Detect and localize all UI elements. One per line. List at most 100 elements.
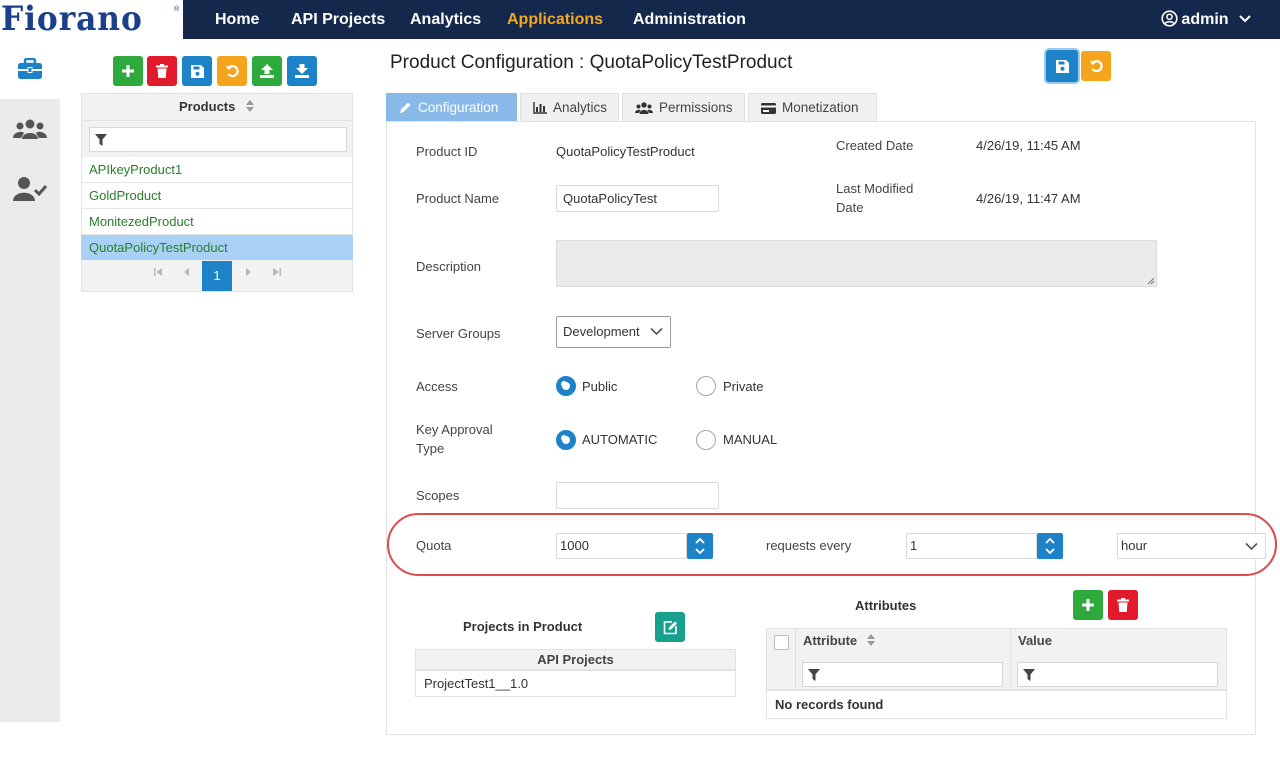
quota-input[interactable]: 1000 xyxy=(556,533,687,559)
rail-user-approvals[interactable] xyxy=(0,159,60,219)
scopes-label: Scopes xyxy=(416,488,460,503)
server-groups-value: Development xyxy=(563,324,640,339)
attributes-section-title: Attributes xyxy=(855,598,917,613)
access-label: Access xyxy=(416,379,458,394)
import-product-button[interactable] xyxy=(252,56,282,86)
pencil-icon xyxy=(400,102,411,113)
nav-applications[interactable]: Applications xyxy=(507,0,603,39)
tab-configuration[interactable]: Configuration xyxy=(386,93,517,122)
rail-groups[interactable] xyxy=(0,99,60,159)
product-list-item[interactable]: GoldProduct xyxy=(81,183,353,209)
select-all-checkbox[interactable] xyxy=(774,635,789,650)
product-id-label: Product ID xyxy=(416,144,478,159)
value-filter-input[interactable] xyxy=(1017,662,1218,687)
delete-attribute-button[interactable] xyxy=(1108,590,1138,620)
products-header-label: Products xyxy=(179,99,236,114)
value-column-header[interactable]: Value xyxy=(1018,633,1052,648)
product-list-item[interactable]: MonitezedProduct xyxy=(81,209,353,235)
download-icon xyxy=(295,64,309,78)
interval-unit-value: hour xyxy=(1121,538,1148,553)
add-product-button[interactable] xyxy=(113,56,143,86)
scopes-input[interactable] xyxy=(556,482,719,509)
key-approval-manual-label: MANUAL xyxy=(723,432,778,447)
attribute-filter-input[interactable] xyxy=(802,662,1003,687)
page-title: Product Configuration : QuotaPolicyTestP… xyxy=(390,52,793,73)
undo-icon xyxy=(1089,59,1103,73)
description-textarea[interactable] xyxy=(556,240,1157,287)
key-approval-label-line2: Type xyxy=(416,441,445,456)
export-product-button[interactable] xyxy=(287,56,317,86)
prev-page-icon[interactable] xyxy=(179,267,195,283)
access-private-radio[interactable] xyxy=(696,376,716,396)
upload-icon xyxy=(260,64,274,78)
interval-stepper[interactable] xyxy=(1037,533,1063,559)
trash-icon xyxy=(156,64,168,78)
no-records-message: No records found xyxy=(766,690,1227,719)
current-page[interactable]: 1 xyxy=(202,261,232,291)
column-divider xyxy=(795,628,796,690)
nav-api-projects[interactable]: API Projects xyxy=(291,0,385,39)
requests-every-label: requests every xyxy=(766,538,852,553)
last-modified-label-line1: Last Modified xyxy=(836,181,914,196)
sort-icon xyxy=(866,634,875,646)
key-approval-manual-radio[interactable] xyxy=(696,430,716,450)
logo-text: Fiorano xyxy=(1,0,143,39)
tab-analytics[interactable]: Analytics xyxy=(520,93,619,122)
product-list-item-selected[interactable]: QuotaPolicyTestProduct xyxy=(81,235,353,261)
user-name: admin xyxy=(1181,11,1229,28)
add-attribute-button[interactable] xyxy=(1073,590,1103,620)
edit-projects-button[interactable] xyxy=(655,612,685,642)
key-approval-automatic-radio[interactable] xyxy=(556,430,576,450)
tab-analytics-label: Analytics xyxy=(553,100,608,115)
products-filter-input[interactable] xyxy=(89,127,347,152)
created-date-value: 4/26/19, 11:45 AM xyxy=(976,138,1081,153)
plus-icon xyxy=(1082,599,1094,611)
first-page-icon[interactable] xyxy=(150,267,166,283)
credit-card-icon xyxy=(761,103,776,114)
quota-stepper[interactable] xyxy=(687,533,713,559)
bar-chart-icon xyxy=(533,102,547,114)
left-rail xyxy=(0,39,60,722)
product-id-value: QuotaPolicyTestProduct xyxy=(556,144,695,159)
user-menu[interactable]: admin xyxy=(1161,0,1254,39)
nav-administration[interactable]: Administration xyxy=(633,0,746,39)
access-public-radio[interactable] xyxy=(556,376,576,396)
nav-home[interactable]: Home xyxy=(215,0,259,39)
top-navbar: Fiorano ® Home API Projects Analytics Ap… xyxy=(0,0,1280,39)
spinner-arrows-icon xyxy=(695,537,705,555)
product-name-input[interactable]: QuotaPolicyTest xyxy=(556,185,719,212)
logo[interactable]: Fiorano ® xyxy=(0,0,183,39)
interval-input[interactable]: 1 xyxy=(906,533,1037,559)
chevron-down-icon xyxy=(650,327,663,336)
project-row[interactable]: ProjectTest1__1.0 xyxy=(415,670,736,697)
access-public-label: Public xyxy=(582,379,618,394)
tab-permissions[interactable]: Permissions xyxy=(622,93,745,122)
save-product-button[interactable] xyxy=(182,56,212,86)
tab-monetization[interactable]: Monetization xyxy=(748,93,877,122)
resize-handle-icon[interactable] xyxy=(1146,276,1155,285)
rail-applications[interactable] xyxy=(0,39,60,99)
attribute-column-header[interactable]: Attribute xyxy=(803,633,876,648)
last-page-icon[interactable] xyxy=(269,267,285,283)
delete-product-button[interactable] xyxy=(147,56,177,86)
nav-analytics[interactable]: Analytics xyxy=(410,0,481,39)
sort-icon xyxy=(245,100,254,112)
users-icon xyxy=(635,102,653,114)
product-list-item[interactable]: APIkeyProduct1 xyxy=(81,157,353,183)
server-groups-select[interactable]: Development xyxy=(556,316,671,348)
products-filter-row xyxy=(81,121,353,157)
api-projects-column-header[interactable]: API Projects xyxy=(415,649,736,670)
reset-configuration-button[interactable] xyxy=(1081,51,1111,81)
next-page-icon[interactable] xyxy=(240,267,256,283)
save-configuration-button[interactable] xyxy=(1046,50,1078,82)
tab-permissions-label: Permissions xyxy=(659,100,733,115)
key-approval-label-line1: Key Approval xyxy=(416,422,493,437)
save-icon xyxy=(190,64,204,78)
user-check-icon xyxy=(13,177,47,201)
undo-icon xyxy=(225,64,239,78)
refresh-product-button[interactable] xyxy=(217,56,247,86)
interval-unit-select[interactable]: hour xyxy=(1117,533,1266,559)
created-date-label: Created Date xyxy=(836,138,914,153)
products-column-header[interactable]: Products xyxy=(81,93,353,121)
logo-registered-mark: ® xyxy=(174,6,180,13)
